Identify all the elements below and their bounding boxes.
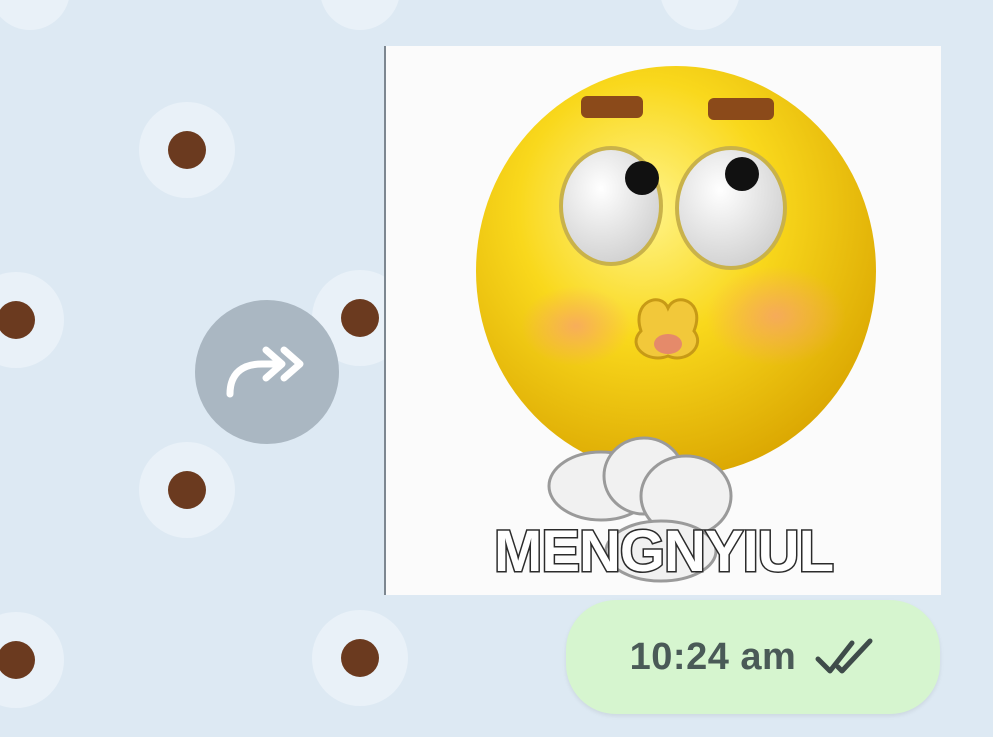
sticker-message[interactable]: MENGNYIUL: [384, 46, 941, 595]
forward-arrow-icon: [226, 346, 304, 398]
sticker-caption: MENGNYIUL: [493, 518, 836, 586]
forward-button[interactable]: [195, 300, 339, 444]
kissing-emoji-sticker: [476, 66, 876, 583]
message-timestamp: 10:24 am: [629, 635, 797, 678]
message-meta-bubble: 10:24 am: [566, 600, 940, 714]
double-check-icon: [814, 637, 876, 677]
